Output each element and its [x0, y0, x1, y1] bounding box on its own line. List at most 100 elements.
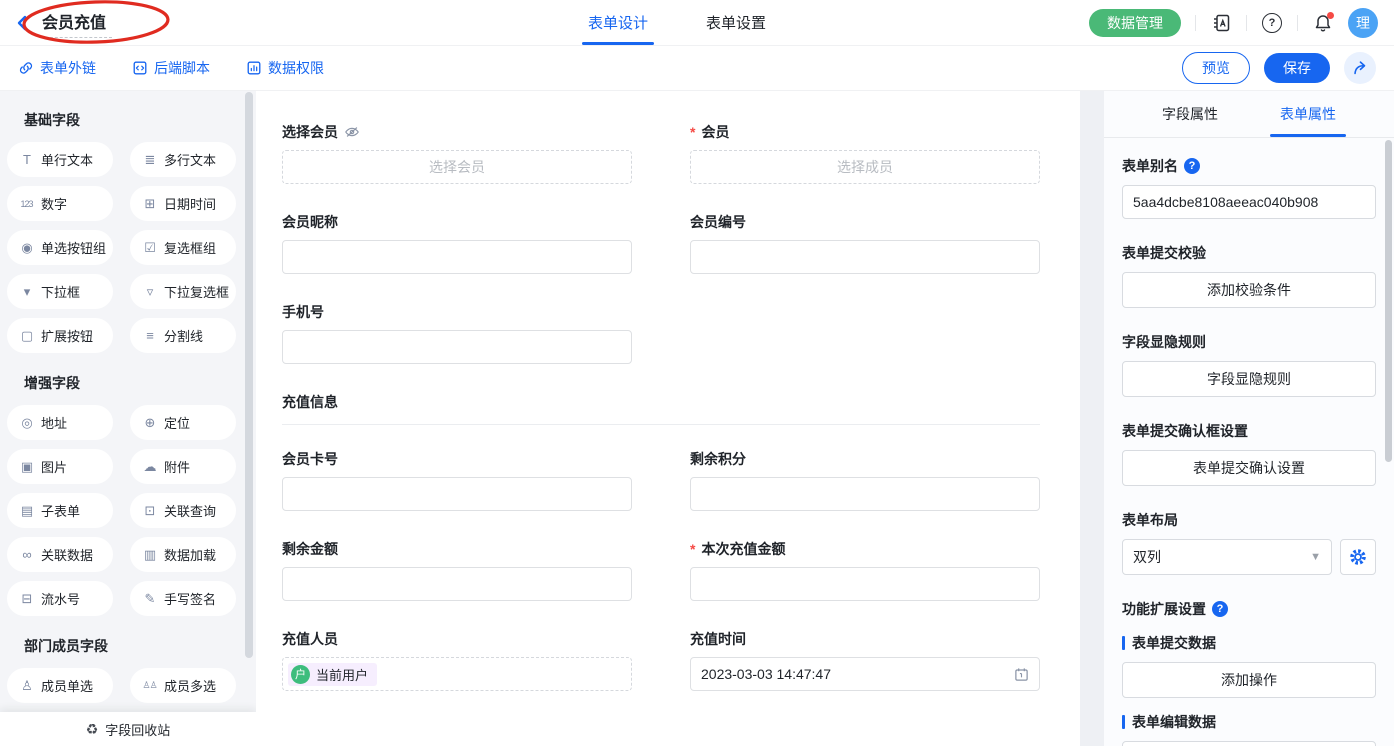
field-type-button[interactable]: ☁附件 — [130, 449, 236, 484]
form-field-select-member[interactable]: 选择会员 选择会员 — [282, 122, 632, 184]
field-type-button[interactable]: ☑复选框组 — [130, 230, 236, 265]
member-single-icon: ♙ — [19, 678, 34, 694]
recycle-icon: ♻ — [86, 721, 99, 738]
tab-form-properties[interactable]: 表单属性 — [1280, 90, 1336, 137]
field-type-button[interactable]: ◉单选按钮组 — [7, 230, 113, 265]
sidebar-scrollbar[interactable] — [245, 92, 253, 658]
form-field-phone[interactable]: 手机号 — [282, 302, 632, 364]
field-type-button[interactable]: ≡分割线 — [130, 318, 236, 353]
section-title: 充值信息 — [282, 392, 1040, 412]
tab-field-properties[interactable]: 字段属性 — [1162, 90, 1218, 137]
toolbar: 表单外链 后端脚本 数据权限 预览 保存 — [0, 46, 1394, 91]
layout-settings-button[interactable] — [1340, 539, 1376, 575]
data-permission-link[interactable]: 数据权限 — [246, 58, 324, 78]
field-label: 手机号 — [282, 302, 324, 322]
add-edit-action-button[interactable]: 添加操作 — [1122, 741, 1376, 746]
group-form-layout: 表单布局 双列 ▼ — [1122, 510, 1376, 575]
gear-icon — [1349, 548, 1367, 566]
help-badge-icon[interactable]: ? — [1212, 601, 1228, 617]
help-icon[interactable]: ? — [1261, 12, 1283, 34]
form-field-recharge-time[interactable]: 充值时间 2023-03-03 14:47:47 — [690, 629, 1040, 691]
field-type-button[interactable]: ✎手写签名 — [130, 581, 236, 616]
chevron-down-icon: ▼ — [1310, 551, 1321, 563]
locate-icon: ⊕ — [142, 415, 157, 431]
header-tabs: 表单设计 表单设置 — [588, 0, 766, 45]
help-badge-icon[interactable]: ? — [1184, 158, 1200, 174]
field-recycle-bin[interactable]: ♻ 字段回收站 — [0, 712, 256, 746]
linked-data-icon: ∞ — [19, 547, 34, 562]
text-input[interactable] — [282, 240, 632, 274]
field-type-button[interactable]: ⊞日期时间 — [130, 186, 236, 221]
text-input[interactable] — [690, 477, 1040, 511]
field-type-button[interactable]: 123数字 — [7, 186, 113, 221]
text-input[interactable] — [282, 477, 632, 511]
linked-query-icon: ⊡ — [142, 503, 157, 519]
form-alias-input[interactable]: 5aa4dcbe8108aeeac040b908 — [1122, 185, 1376, 219]
address-pin-icon: ◎ — [19, 415, 34, 431]
submit-confirm-settings-button[interactable]: 表单提交确认设置 — [1122, 450, 1376, 486]
backend-script-link[interactable]: 后端脚本 — [132, 58, 210, 78]
member-picker[interactable]: 选择会员 — [282, 150, 632, 184]
field-type-button[interactable]: ◎地址 — [7, 405, 113, 440]
add-validation-button[interactable]: 添加校验条件 — [1122, 272, 1376, 308]
form-field-balance[interactable]: 剩余金额 — [282, 539, 632, 601]
preview-button[interactable]: 预览 — [1182, 52, 1250, 84]
data-manage-button[interactable]: 数据管理 — [1089, 9, 1181, 37]
field-type-button[interactable]: ▢扩展按钮 — [7, 318, 113, 353]
user-picker[interactable]: 户 当前用户 — [282, 657, 632, 691]
field-type-button[interactable]: ♙成员单选 — [7, 668, 113, 703]
field-label: 充值人员 — [282, 629, 338, 649]
field-type-button[interactable]: ⊡关联查询 — [130, 493, 236, 528]
notification-bell-icon[interactable] — [1312, 12, 1334, 34]
add-submit-action-button[interactable]: 添加操作 — [1122, 662, 1376, 698]
tab-form-design[interactable]: 表单设计 — [588, 0, 648, 45]
field-type-button[interactable]: ≣多行文本 — [130, 142, 236, 177]
page-title: 会员充值 — [40, 7, 112, 38]
share-arrow-icon — [1351, 59, 1369, 77]
member-picker[interactable]: 选择成员 — [690, 150, 1040, 184]
back-icon[interactable] — [14, 14, 30, 32]
form-field-points[interactable]: 剩余积分 — [690, 449, 1040, 511]
save-button[interactable]: 保存 — [1264, 53, 1330, 83]
panel-scrollbar[interactable] — [1385, 140, 1392, 462]
field-type-button[interactable]: ▥数据加载 — [130, 537, 236, 572]
avatar[interactable]: 理 — [1348, 8, 1378, 38]
field-type-button[interactable]: ∞关联数据 — [7, 537, 113, 572]
form-section-divider[interactable]: 充值信息 — [282, 392, 1040, 425]
form-field-member[interactable]: *会员 选择成员 — [690, 122, 1040, 184]
calendar-icon — [1014, 667, 1029, 682]
field-type-button[interactable]: ▾下拉框 — [7, 274, 113, 309]
field-type-button[interactable]: ▤子表单 — [7, 493, 113, 528]
text-input[interactable] — [690, 240, 1040, 274]
field-type-button[interactable]: ⊕定位 — [130, 405, 236, 440]
backend-script-icon — [132, 60, 148, 76]
text-input[interactable] — [690, 567, 1040, 601]
field-type-button[interactable]: ▣图片 — [7, 449, 113, 484]
field-type-button[interactable]: ⊟流水号 — [7, 581, 113, 616]
user-avatar: 户 — [291, 665, 310, 684]
form-field-recharge-amount[interactable]: *本次充值金额 — [690, 539, 1040, 601]
form-external-link[interactable]: 表单外链 — [18, 58, 96, 78]
text-input[interactable] — [282, 330, 632, 364]
form-field-card-no[interactable]: 会员卡号 — [282, 449, 632, 511]
layout-select[interactable]: 双列 ▼ — [1122, 539, 1332, 575]
tab-form-settings[interactable]: 表单设置 — [706, 0, 766, 45]
field-type-button[interactable]: T单行文本 — [7, 142, 113, 177]
field-type-button[interactable]: ♙♙成员多选 — [130, 668, 236, 703]
contacts-book-icon[interactable] — [1210, 12, 1232, 34]
form-field-member-no[interactable]: 会员编号 — [690, 212, 1040, 274]
field-type-button[interactable]: ▿下拉复选框 — [130, 274, 236, 309]
share-button[interactable] — [1344, 52, 1376, 84]
field-visibility-rules-button[interactable]: 字段显隐规则 — [1122, 361, 1376, 397]
text-input[interactable] — [282, 567, 632, 601]
group-submit-confirm: 表单提交确认框设置 表单提交确认设置 — [1122, 421, 1376, 486]
multi-line-text-icon: ≣ — [142, 152, 157, 168]
datetime-input[interactable]: 2023-03-03 14:47:47 — [690, 657, 1040, 691]
panel-body: 表单别名 ? 5aa4dcbe8108aeeac040b908 表单提交校验 添… — [1104, 138, 1394, 746]
checkbox-group-icon: ☑ — [142, 240, 157, 256]
form-field-nickname[interactable]: 会员昵称 — [282, 212, 632, 274]
signature-pen-icon: ✎ — [142, 591, 157, 607]
notification-dot — [1327, 12, 1334, 19]
form-field-operator[interactable]: 充值人员 户 当前用户 — [282, 629, 632, 691]
toolbar-links: 表单外链 后端脚本 数据权限 — [18, 46, 324, 90]
